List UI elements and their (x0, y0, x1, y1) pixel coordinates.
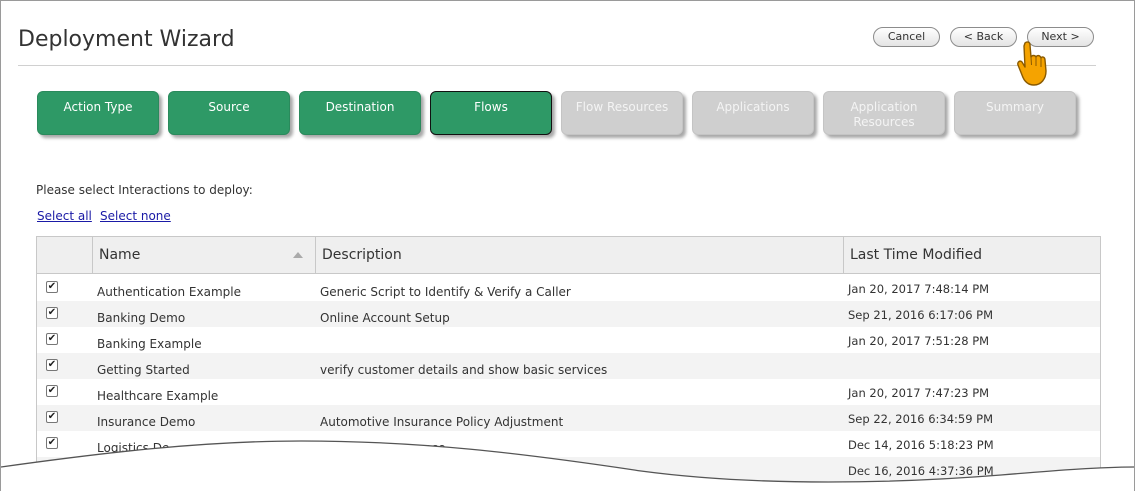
step-action-type[interactable]: Action Type (37, 91, 159, 135)
row-last-modified: Jan 20, 2017 7:47:23 PM (848, 386, 990, 400)
step-label: Applications (716, 100, 790, 114)
checkmark-icon: ✔ (47, 281, 57, 292)
step-destination[interactable]: Destination (299, 91, 421, 135)
table-row[interactable]: ✔ Authentication Example Generic Script to… (37, 275, 1100, 301)
row-checkbox[interactable]: ✔ (46, 385, 58, 397)
table-row[interactable]: Dec 16, 2016 4:37:36 PM (37, 457, 1100, 483)
step-application-resources[interactable]: Application Resources (823, 91, 945, 135)
step-label: Summary (986, 100, 1044, 114)
step-label: Destination (325, 100, 395, 114)
table-row[interactable]: ✔ Getting Started verify customer details … (37, 353, 1100, 379)
row-description: for logistics use case (320, 441, 446, 455)
step-label: Application Resources (850, 100, 918, 129)
sort-ascending-icon (293, 252, 303, 258)
column-header-label: Description (322, 247, 402, 263)
row-checkbox[interactable]: ✔ (46, 359, 58, 371)
row-last-modified: Sep 21, 2016 6:17:06 PM (848, 308, 994, 322)
row-name: Healthcare Example (97, 389, 219, 403)
row-name: Getting Started (97, 363, 190, 377)
page-title: Deployment Wizard (18, 27, 235, 52)
interactions-table: Name Description Last Time Modified ✔ Aut… (36, 236, 1101, 491)
column-header-label: Last Time Modified (850, 247, 983, 263)
step-label: Flow Resources (575, 100, 669, 114)
row-description: Automotive Insurance Policy Adjustment (320, 415, 564, 429)
instructions-text: Please select Interactions to deploy: (36, 183, 253, 197)
table-row[interactable]: ✔ Insurance Demo Automotive Insurance Poli… (37, 405, 1100, 431)
step-label: Action Type (63, 100, 133, 114)
row-checkbox[interactable]: ✔ (46, 437, 58, 449)
row-checkbox[interactable]: ✔ (46, 281, 58, 293)
row-checkbox[interactable] (46, 463, 58, 475)
column-header-name[interactable]: Name (92, 237, 315, 273)
cancel-button[interactable]: Cancel (873, 27, 940, 47)
step-summary[interactable]: Summary (954, 91, 1076, 135)
checkmark-icon: ✔ (47, 307, 57, 318)
row-description: verify customer details and show basic s… (320, 363, 608, 377)
step-source[interactable]: Source (168, 91, 290, 135)
step-applications[interactable]: Applications (692, 91, 814, 135)
checkmark-icon: ✔ (47, 411, 57, 422)
row-last-modified: Dec 14, 2016 5:18:23 PM (848, 438, 994, 452)
row-description: Online Account Setup (320, 311, 450, 325)
title-divider (18, 65, 1096, 66)
row-last-modified: Dec 16, 2016 4:37:36 PM (848, 464, 994, 478)
select-none-link[interactable]: Select none (100, 209, 171, 223)
wizard-window: Deployment Wizard Cancel < Back Next > A… (0, 0, 1135, 491)
row-last-modified: Sep 22, 2016 6:34:59 PM (848, 412, 994, 426)
header-checkbox-column (37, 237, 92, 273)
checkmark-icon: ✔ (47, 333, 57, 344)
row-name: Logistics De (97, 441, 170, 455)
table-row[interactable]: ✔ Banking Example Jan 20, 2017 7:51:28 PM (37, 327, 1100, 353)
row-last-modified: Jan 20, 2017 7:48:14 PM (848, 282, 990, 296)
table-header: Name Description Last Time Modified (37, 237, 1100, 274)
table-row[interactable]: ✔ Healthcare Example Jan 20, 2017 7:47:23 … (37, 379, 1100, 405)
step-flow-resources[interactable]: Flow Resources (561, 91, 683, 135)
row-description: Generic Script to Identify & Verify a Ca… (320, 285, 571, 299)
back-button[interactable]: < Back (950, 27, 1017, 47)
row-last-modified: Jan 20, 2017 7:51:28 PM (848, 334, 990, 348)
checkmark-icon: ✔ (47, 385, 57, 396)
row-name: Authentication Example (97, 285, 241, 299)
step-label: Flows (474, 100, 508, 114)
step-label: Source (208, 100, 250, 114)
table-row[interactable]: ✔ Logistics De for logistics use case Dec 1… (37, 431, 1100, 457)
step-flows[interactable]: Flows (430, 91, 552, 135)
checkmark-icon: ✔ (47, 359, 57, 370)
row-checkbox[interactable]: ✔ (46, 307, 58, 319)
table-row[interactable]: ✔ Banking Demo Online Account Setup Sep 21,… (37, 301, 1100, 327)
checkmark-icon: ✔ (47, 437, 57, 448)
column-header-description[interactable]: Description (315, 237, 843, 273)
select-all-link[interactable]: Select all (37, 209, 92, 223)
row-name: Insurance Demo (97, 415, 196, 429)
row-checkbox[interactable]: ✔ (46, 411, 58, 423)
column-header-label: Name (99, 247, 141, 263)
row-name: Banking Demo (97, 311, 186, 325)
column-header-last-modified[interactable]: Last Time Modified (843, 237, 1100, 273)
pointing-hand-icon (1017, 41, 1047, 86)
row-name: Banking Example (97, 337, 202, 351)
row-checkbox[interactable]: ✔ (46, 333, 58, 345)
